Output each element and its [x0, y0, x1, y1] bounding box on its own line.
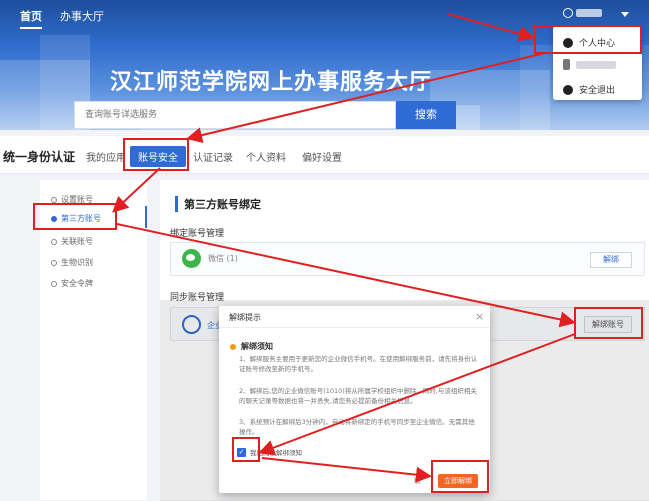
tab-preferences[interactable]: 偏好设置	[302, 149, 342, 164]
blurred-text	[576, 60, 616, 69]
section-title: 第三方账号绑定	[175, 196, 261, 212]
highlight-personal-center	[534, 25, 642, 54]
tabbar-title: 统一身份认证	[3, 150, 76, 164]
notice-paragraph-1: 1、解绑服务主要用于更新您的企业微信手机号。在使用解绑服务前，请先将身份认证账号…	[239, 355, 478, 373]
user-icon	[563, 8, 573, 18]
tab-auth-records[interactable]: 认证记录	[193, 149, 233, 164]
circle-icon	[51, 259, 57, 266]
wechat-unbind-button[interactable]: 解绑	[590, 252, 632, 268]
dialog-title: 解绑提示	[229, 313, 261, 322]
wechat-icon	[182, 249, 201, 268]
wechat-label: 微信 (1)	[208, 254, 238, 263]
highlight-agree-checkbox	[232, 437, 260, 462]
wechat-row	[170, 242, 645, 276]
search-box	[74, 101, 396, 129]
sidebar-item-token[interactable]: 安全令牌	[51, 278, 93, 289]
circle-icon	[51, 280, 57, 287]
notice-paragraph-2: 2、解绑后,您的企业微信账号(1010)将从所属学校组织中删除。同时,与该组织相…	[239, 387, 477, 405]
sidebar-active-indicator	[145, 206, 147, 228]
highlight-confirm-button	[431, 460, 489, 493]
highlight-unbind-button	[574, 307, 643, 339]
circle-icon	[51, 196, 57, 203]
info-dot-icon	[230, 343, 236, 350]
phone-icon	[563, 59, 570, 70]
highlight-third-party	[33, 203, 117, 230]
logout-icon	[563, 84, 573, 95]
menu-item-logout[interactable]: 安全退出	[563, 83, 615, 96]
cancel-button[interactable]: 取	[414, 476, 421, 486]
notice-heading: 解绑须知	[230, 341, 273, 352]
sidebar-item-biometric[interactable]: 生物识别	[51, 257, 93, 268]
user-name-blurred	[576, 9, 602, 17]
bound-accounts-title: 绑定账号管理	[170, 229, 225, 239]
sidebar-item-linked[interactable]: 关联账号	[51, 236, 93, 247]
tab-profile[interactable]: 个人资料	[246, 149, 286, 164]
dialog-header: 解绑提示 ×	[219, 306, 490, 328]
nav-home[interactable]: 首页	[20, 8, 42, 29]
circle-icon	[51, 238, 57, 245]
search-input[interactable]	[75, 102, 395, 128]
notice-paragraph-3: 3、系统预计在解绑后3分钟内，自动将新绑定的手机号同步至企业微信。无需其他操作。	[239, 418, 475, 436]
chevron-down-icon[interactable]	[621, 12, 629, 17]
highlight-security-tab	[123, 138, 189, 171]
search-button[interactable]: 搜索	[396, 101, 456, 129]
nav-service-hall[interactable]: 办事大厅	[60, 8, 104, 24]
close-icon[interactable]: ×	[475, 310, 484, 323]
user-menu[interactable]	[563, 8, 602, 18]
tab-my-apps[interactable]: 我的应用	[86, 149, 126, 164]
menu-item-phone[interactable]	[563, 59, 616, 70]
